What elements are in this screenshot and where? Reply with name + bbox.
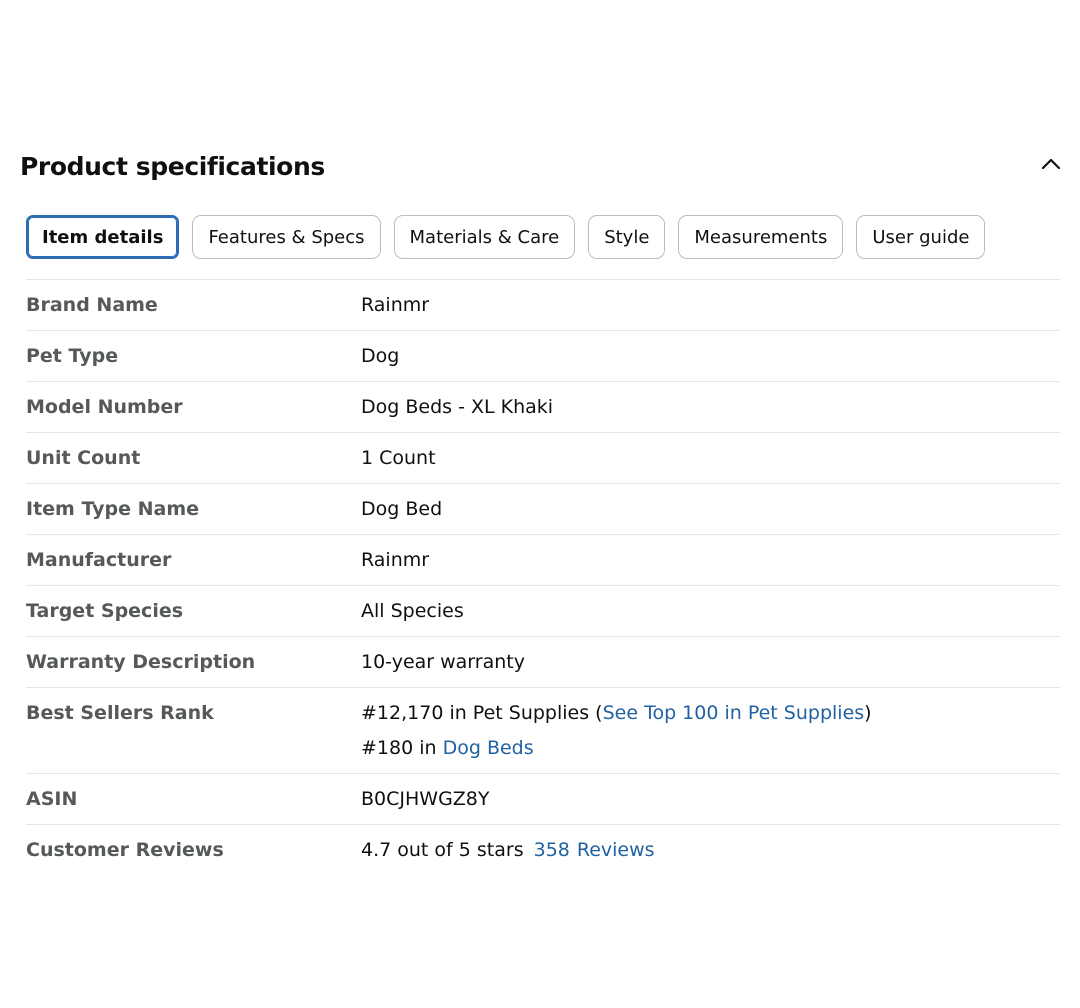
spec-value: Dog bbox=[361, 345, 400, 367]
rank-line-dog-beds: #180 in Dog Beds bbox=[361, 736, 1060, 760]
rank-text-suffix: ) bbox=[864, 702, 872, 724]
spec-row-item-type-name: Item Type Name Dog Bed bbox=[26, 484, 1060, 535]
chevron-up-icon bbox=[1041, 158, 1061, 170]
product-specifications-section: Product specifications Item details Feat… bbox=[0, 0, 1080, 1008]
spec-row-model-number: Model Number Dog Beds - XL Khaki bbox=[26, 382, 1060, 433]
reviews-link[interactable]: 358 Reviews bbox=[534, 839, 655, 861]
spec-label: Pet Type bbox=[26, 345, 119, 367]
spec-label: Warranty Description bbox=[26, 651, 256, 673]
spec-table: Brand Name Rainmr Pet Type Dog Model Num… bbox=[26, 279, 1060, 876]
spec-label: Model Number bbox=[26, 396, 183, 418]
spec-value: #12,170 in Pet Supplies (See Top 100 in … bbox=[361, 701, 1060, 773]
spec-row-asin: ASIN B0CJHWGZ8Y bbox=[26, 774, 1060, 825]
rating-text: 4.7 out of 5 stars bbox=[361, 839, 524, 861]
dog-beds-category-link[interactable]: Dog Beds bbox=[443, 737, 534, 759]
tab-materials-care[interactable]: Materials & Care bbox=[393, 215, 576, 259]
rank-line-pet-supplies: #12,170 in Pet Supplies (See Top 100 in … bbox=[361, 701, 1060, 725]
section-header: Product specifications bbox=[20, 148, 1064, 192]
reviews-label: Reviews bbox=[576, 839, 655, 861]
top-100-pet-supplies-link[interactable]: See Top 100 in Pet Supplies bbox=[603, 702, 865, 724]
spec-row-target-species: Target Species All Species bbox=[26, 586, 1060, 637]
rank-text: #180 in bbox=[361, 737, 443, 759]
spec-value: 10-year warranty bbox=[361, 651, 525, 673]
spec-row-manufacturer: Manufacturer Rainmr bbox=[26, 535, 1060, 586]
spec-value: Rainmr bbox=[361, 549, 430, 571]
review-count: 358 bbox=[533, 839, 570, 861]
spec-row-pet-type: Pet Type Dog bbox=[26, 331, 1060, 382]
spec-row-customer-reviews: Customer Reviews 4.7 out of 5 stars 358 Re… bbox=[26, 825, 1060, 876]
tab-user-guide[interactable]: User guide bbox=[856, 215, 986, 259]
spec-row-unit-count: Unit Count 1 Count bbox=[26, 433, 1060, 484]
collapse-button[interactable] bbox=[1038, 148, 1064, 178]
spec-label: Unit Count bbox=[26, 447, 141, 469]
spec-value: Rainmr bbox=[361, 294, 430, 316]
spec-label: Customer Reviews bbox=[26, 839, 224, 861]
spec-label: Manufacturer bbox=[26, 549, 172, 571]
tab-measurements[interactable]: Measurements bbox=[678, 215, 844, 259]
spec-label: Target Species bbox=[26, 600, 184, 622]
section-title: Product specifications bbox=[20, 152, 325, 181]
spec-row-brand-name: Brand Name Rainmr bbox=[26, 280, 1060, 331]
spec-label: Item Type Name bbox=[26, 498, 200, 520]
spec-value: B0CJHWGZ8Y bbox=[361, 788, 490, 810]
spec-value: Dog Bed bbox=[361, 498, 443, 520]
spec-label: Brand Name bbox=[26, 294, 158, 316]
spec-value: 4.7 out of 5 stars 358 Reviews bbox=[361, 838, 1060, 876]
spec-value: Dog Beds - XL Khaki bbox=[361, 396, 554, 418]
rank-text: #12,170 in Pet Supplies ( bbox=[361, 702, 603, 724]
spec-row-best-sellers-rank: Best Sellers Rank #12,170 in Pet Supplie… bbox=[26, 688, 1060, 774]
spec-label: ASIN bbox=[26, 788, 78, 810]
spec-value: 1 Count bbox=[361, 447, 436, 469]
tab-style[interactable]: Style bbox=[588, 215, 666, 259]
spec-label: Best Sellers Rank bbox=[26, 702, 214, 724]
spec-tabs: Item details Features & Specs Materials … bbox=[26, 215, 986, 259]
spec-value: All Species bbox=[361, 600, 464, 622]
spec-row-warranty: Warranty Description 10-year warranty bbox=[26, 637, 1060, 688]
tab-features-specs[interactable]: Features & Specs bbox=[192, 215, 381, 259]
tab-item-details[interactable]: Item details bbox=[26, 215, 180, 259]
